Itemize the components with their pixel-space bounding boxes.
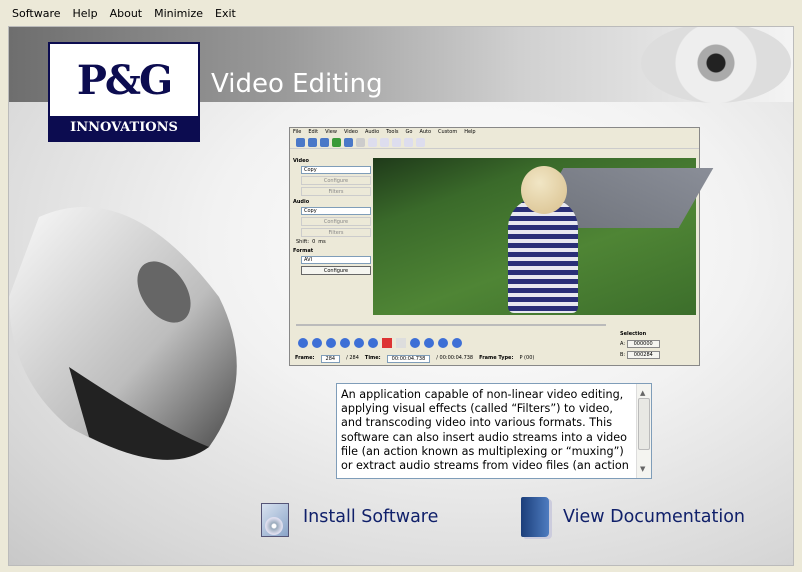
selection-panel: Selection A: 000000 B: 000284 (620, 331, 680, 359)
book-icon (517, 495, 553, 539)
calc-icon (356, 137, 365, 147)
shift-row: Shift: 0 ms (296, 239, 371, 245)
shot-menu-item: Go (405, 129, 413, 135)
selection-label: Selection (620, 331, 647, 337)
page-title: Video Editing (211, 69, 383, 99)
stop-icon (312, 338, 322, 348)
a-row: A: 000000 (620, 340, 680, 348)
view-icon (368, 137, 377, 147)
frame-type-label: Frame Type: (479, 355, 514, 361)
layout-icon (392, 137, 401, 147)
time-value: 00:00:04.738 (386, 355, 431, 363)
audio-codec-select: Copy (301, 207, 371, 215)
playback-controls (298, 338, 462, 348)
child-head (521, 166, 567, 214)
save-icon (308, 137, 317, 147)
timeline-slider (296, 324, 606, 326)
next-icon (340, 338, 350, 348)
menu-software[interactable]: Software (6, 7, 67, 20)
install-software-label: Install Software (303, 507, 439, 527)
view-icon (380, 137, 389, 147)
shift-value: 0 (312, 239, 316, 245)
shot-menu-item: Auto (419, 129, 432, 135)
format-configure: Configure (301, 266, 371, 275)
b-row: B: 000284 (620, 351, 680, 359)
b-label: B: (620, 352, 626, 358)
b-value: 000284 (626, 351, 660, 359)
marker-b-icon (396, 338, 406, 348)
forward-icon (368, 338, 378, 348)
frame-label: Frame: (295, 355, 315, 361)
logo-mark: P&G (50, 44, 198, 116)
screenshot-menu: File Edit View Video Audio Tools Go Auto… (290, 128, 699, 136)
time-label: Time: (364, 355, 381, 361)
cd-disc-decoration (641, 27, 791, 103)
save-image-icon (344, 137, 353, 147)
launcher-panel: P&G INNOVATIONS Video Editing File Edit … (8, 26, 794, 566)
audio-filters: Filters (301, 228, 371, 237)
install-icon (259, 495, 293, 539)
video-codec-select: Copy (301, 166, 371, 174)
window-icon (416, 137, 425, 147)
format-label: Format (293, 248, 314, 254)
open-icon (296, 137, 305, 147)
rewind-icon (354, 338, 364, 348)
shot-menu-item: View (325, 129, 337, 135)
shift-unit: ms (318, 239, 326, 245)
menu-help[interactable]: Help (67, 7, 104, 20)
company-logo: P&G INNOVATIONS (48, 42, 200, 142)
marker-a-icon (382, 338, 392, 348)
audio-label: Audio (293, 199, 310, 205)
screenshot-toolbar (290, 136, 699, 149)
play-icon (298, 338, 308, 348)
a-label: A: (620, 341, 626, 347)
view-documentation-button[interactable]: View Documentation (517, 495, 745, 539)
child-figure (508, 198, 578, 313)
menu-bar: Software Help About Minimize Exit (0, 0, 802, 26)
video-filters: Filters (301, 187, 371, 196)
shot-menu-item: Video (343, 129, 358, 135)
shot-menu-item: File (293, 129, 302, 135)
app-screenshot: File Edit View Video Audio Tools Go Auto… (289, 127, 714, 366)
shot-menu-item: Tools (386, 129, 399, 135)
last-icon (452, 338, 462, 348)
view-documentation-label: View Documentation (563, 507, 745, 527)
layout-icon (404, 137, 413, 147)
description-textbox[interactable]: An application capable of non-linear vid… (336, 383, 652, 479)
goto-b-icon (424, 338, 434, 348)
shift-label: Shift: (296, 239, 310, 245)
info-icon (320, 137, 329, 147)
frame-total: / 284 (346, 355, 359, 361)
menu-minimize[interactable]: Minimize (148, 7, 209, 20)
computer-mouse-image (9, 207, 237, 460)
menu-exit[interactable]: Exit (209, 7, 242, 20)
time-total: / 00:00:04.738 (436, 355, 474, 361)
prev-icon (326, 338, 336, 348)
goto-a-icon (410, 338, 420, 348)
scroll-down-icon[interactable]: ▼ (640, 462, 645, 476)
shot-menu-item: Edit (308, 129, 319, 135)
format-select: AVI (301, 256, 371, 264)
shot-menu-item: Audio (364, 129, 380, 135)
status-row: Frame: 284 / 284 Time: 00:00:04.738 / 00:00:… (295, 355, 534, 363)
first-icon (438, 338, 448, 348)
video-preview (373, 158, 714, 315)
video-configure: Configure (301, 176, 371, 185)
scroll-thumb[interactable] (638, 398, 650, 450)
shot-menu-item: Custom (438, 129, 458, 135)
frame-value: 284 (320, 355, 341, 363)
video-label: Video (293, 158, 309, 164)
logo-wordmark: INNOVATIONS (50, 116, 198, 140)
frame-type-value: P (00) (519, 355, 535, 361)
audio-configure: Configure (301, 217, 371, 226)
install-software-button[interactable]: Install Software (259, 495, 438, 539)
screenshot-sidebar: Video Copy Configure Filters Audio Copy … (293, 155, 371, 277)
image-icon (332, 137, 341, 147)
shot-menu-item: Help (464, 129, 476, 135)
a-value: 000000 (626, 340, 660, 348)
description-scrollbar[interactable]: ▲ ▼ (636, 384, 651, 478)
description-text: An application capable of non-linear vid… (341, 388, 629, 473)
menu-about[interactable]: About (104, 7, 149, 20)
